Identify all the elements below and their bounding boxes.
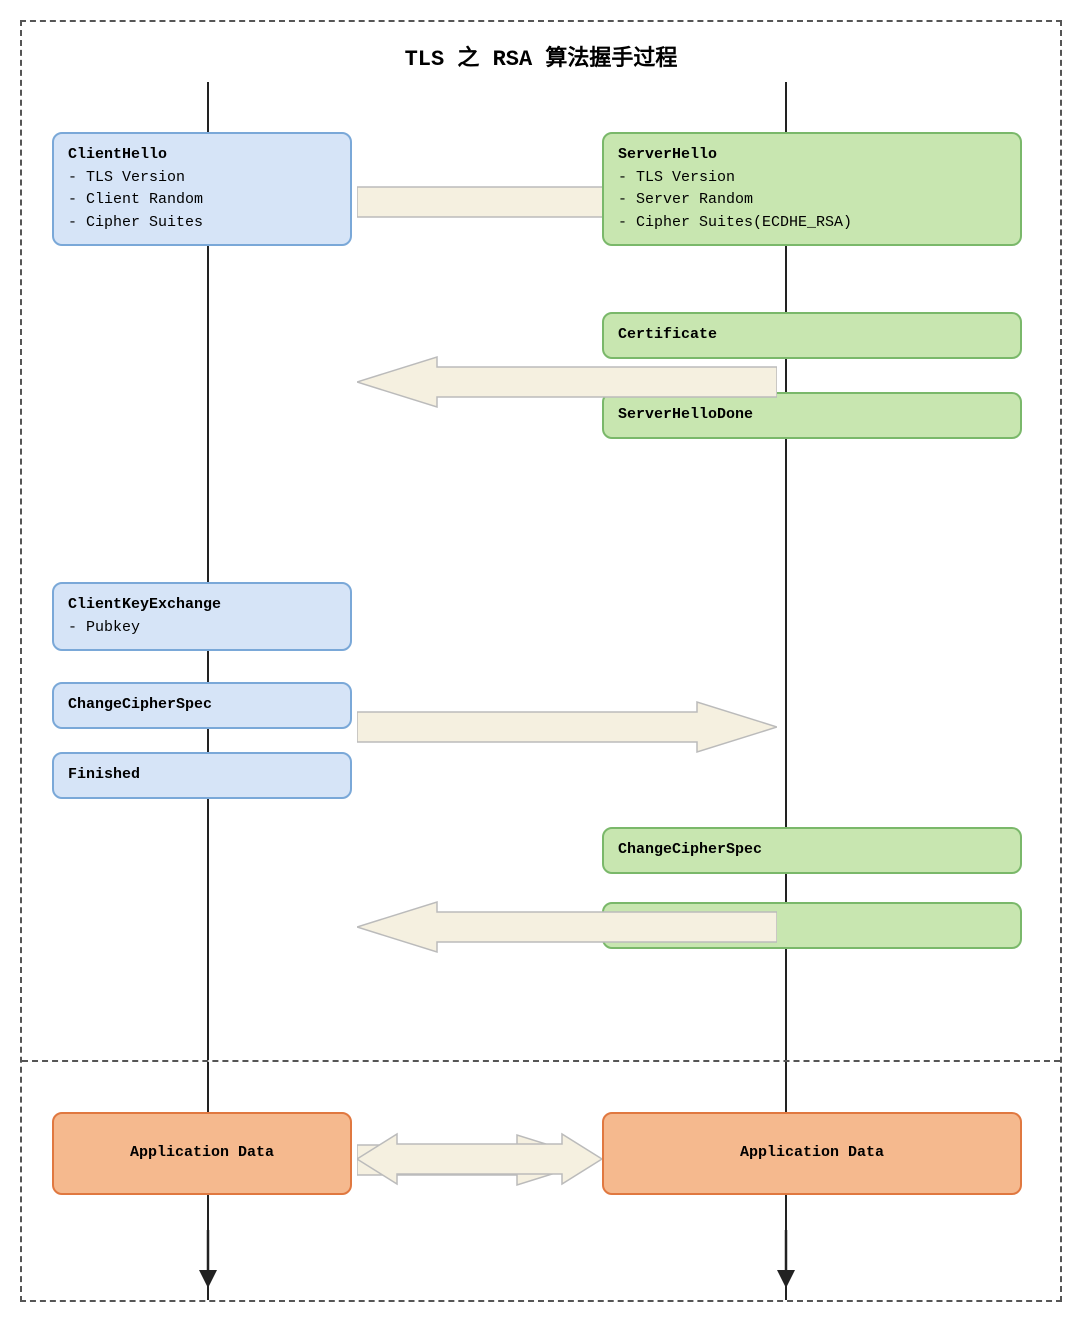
handshake-area: ClientHello - TLS Version - Client Rando…: [22, 82, 1060, 1062]
client-change-cipher-spec-box: ChangeCipherSpec: [52, 682, 352, 729]
server-app-data-box: Application Data: [602, 1112, 1022, 1195]
diagram-wrapper: TLS 之 RSA 算法握手过程 ClientHello - TLS Versi…: [20, 20, 1062, 1302]
arrow-down-server: [777, 1230, 795, 1290]
arrow-down-client: [199, 1230, 217, 1290]
arrow-client-to-server-2: [357, 697, 777, 757]
arrow-server-to-client-2: [357, 897, 777, 957]
client-finished-box: Finished: [52, 752, 352, 799]
client-hello-box: ClientHello - TLS Version - Client Rando…: [52, 132, 352, 246]
diagram-title: TLS 之 RSA 算法握手过程: [22, 22, 1060, 82]
arrow-server-to-client-1: [357, 352, 777, 412]
app-data-area: Application Data Application Data: [22, 1062, 1060, 1300]
client-key-exchange-box: ClientKeyExchange - Pubkey: [52, 582, 352, 651]
arrow-app-data-double: [357, 1130, 602, 1188]
client-app-data-box: Application Data: [52, 1112, 352, 1195]
server-change-cipher-spec-box: ChangeCipherSpec: [602, 827, 1022, 874]
server-hello-box: ServerHello - TLS Version - Server Rando…: [602, 132, 1022, 246]
